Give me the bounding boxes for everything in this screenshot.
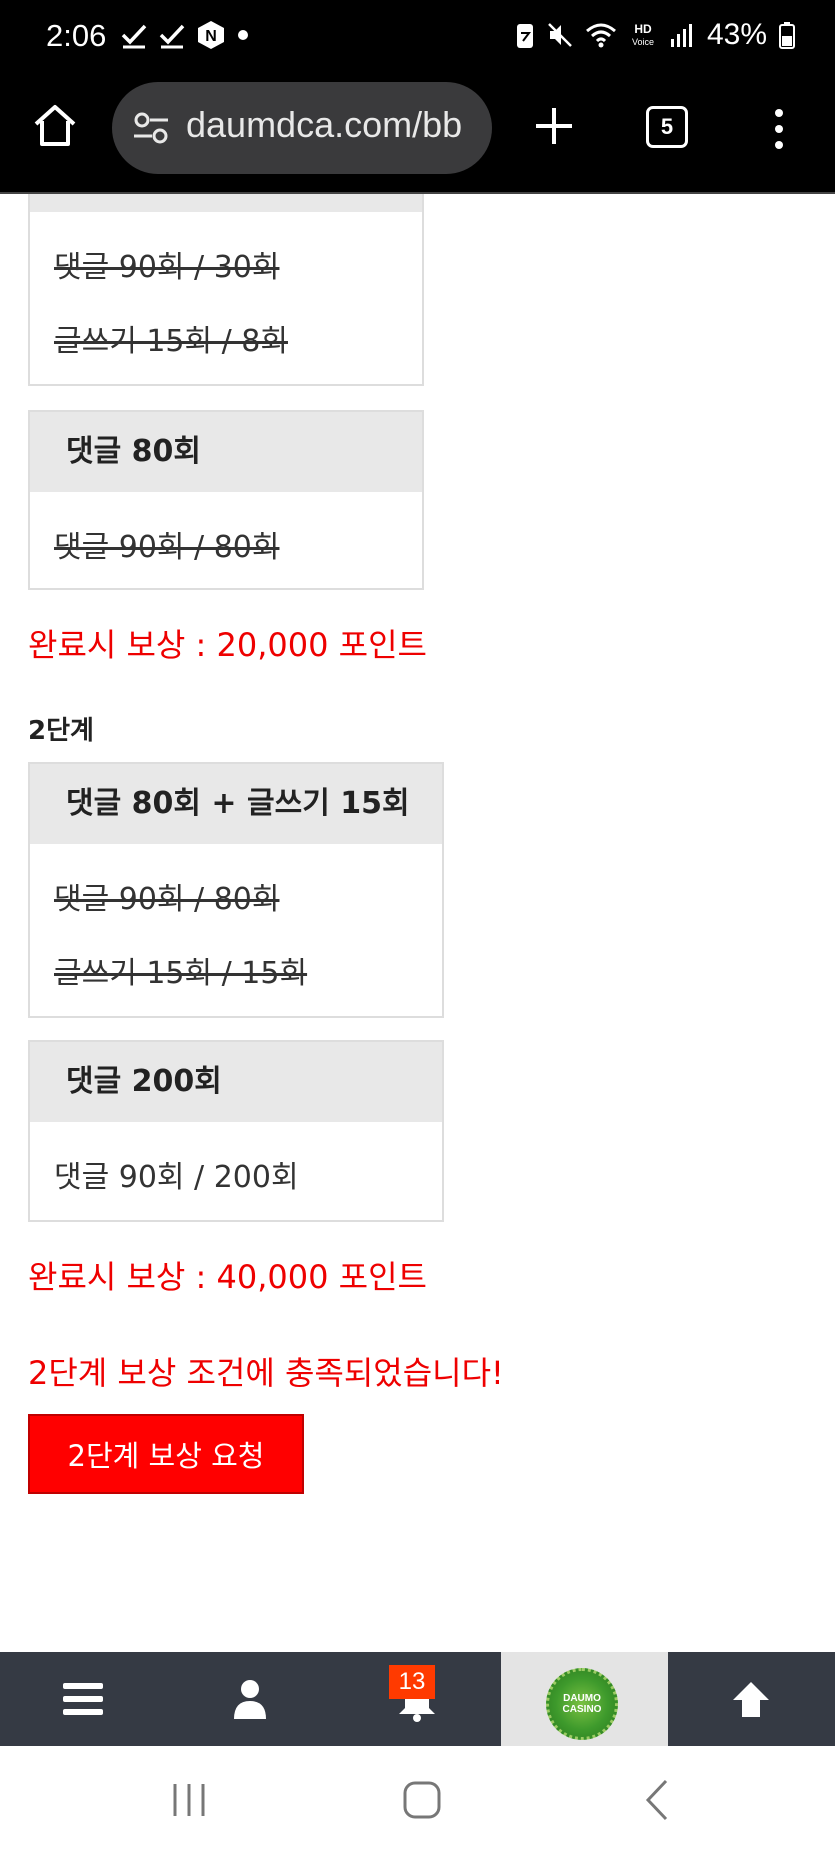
stage2-card-comment-write: 댓글 80회 + 글쓰기 15회 댓글 90회 / 80회 글쓰기 15회 / … xyxy=(28,762,444,1018)
card-title: 댓글 200회 xyxy=(30,1042,442,1122)
stage2-reward: 완료시 보상 : 40,000 포인트 xyxy=(28,1258,427,1296)
nav-scroll-top[interactable] xyxy=(668,1652,835,1746)
system-nav-bar xyxy=(0,1746,835,1856)
stage1-card-comment: 댓글 80회 댓글 90회 / 80회 xyxy=(28,410,424,590)
card-progress-comment: 댓글 90회 / 80회 xyxy=(54,882,280,917)
mute-icon xyxy=(548,23,572,47)
card-progress-write: 글쓰기 15회 / 15회 xyxy=(54,956,308,991)
new-tab-icon[interactable] xyxy=(530,102,578,150)
user-icon xyxy=(234,1680,266,1719)
stage2-eligible-notice: 2단계 보상 조건에 충족되었습니다! xyxy=(28,1354,504,1392)
card-header-partial xyxy=(30,194,422,212)
card-progress-write: 글쓰기 15회 / 8회 xyxy=(54,324,288,359)
back-icon[interactable] xyxy=(642,1778,672,1822)
n-app-icon: N xyxy=(198,21,224,49)
svg-text:Voice: Voice xyxy=(632,37,654,47)
nav-profile[interactable] xyxy=(167,1652,334,1746)
status-time: 2:06 xyxy=(46,18,107,53)
card-progress-comment: 댓글 90회 / 30회 xyxy=(54,250,280,285)
status-left-icons: N xyxy=(120,20,250,50)
check-icon xyxy=(159,24,185,49)
stage1-reward: 완료시 보상 : 20,000 포인트 xyxy=(28,626,427,664)
site-settings-icon[interactable] xyxy=(132,110,172,146)
tab-switcher-button[interactable]: 5 xyxy=(646,106,688,148)
status-right-icons: HD Voice 43% xyxy=(515,18,795,52)
more-menu-icon[interactable] xyxy=(764,104,794,154)
status-bar: 2:06 N HD Voice 43% xyxy=(0,0,835,78)
card-title: 댓글 80회 xyxy=(30,412,422,492)
battery-saver-icon xyxy=(516,24,533,48)
card-progress-comment: 댓글 90회 / 200회 xyxy=(54,1160,299,1195)
notification-count-badge: 13 xyxy=(389,1665,435,1699)
svg-text:N: N xyxy=(205,28,217,45)
stage1-card-comment-write: 댓글 90회 / 30회 글쓰기 15회 / 8회 xyxy=(28,194,424,386)
home-icon[interactable] xyxy=(30,100,80,150)
signal-icon xyxy=(670,24,692,47)
battery-percent: 43% xyxy=(706,18,767,51)
card-title: 댓글 80회 + 글쓰기 15회 xyxy=(30,764,442,844)
menu-icon xyxy=(63,1683,103,1715)
check-icon xyxy=(121,24,147,49)
stage2-reward-request-button[interactable]: 2단계 보상 요청 xyxy=(28,1414,304,1494)
battery-icon xyxy=(779,22,795,49)
svg-text:HD: HD xyxy=(634,22,652,36)
hd-voice-icon: HDVoice xyxy=(632,22,654,47)
stage2-title: 2단계 xyxy=(28,716,94,746)
url-text[interactable]: daumdca.com/bb xyxy=(186,104,462,146)
daumo-casino-logo[interactable]: DAUMO CASINO xyxy=(546,1668,618,1740)
stage2-card-comment: 댓글 200회 댓글 90회 / 200회 xyxy=(28,1040,444,1222)
card-progress-comment: 댓글 90회 / 80회 xyxy=(54,530,280,565)
nav-menu[interactable] xyxy=(0,1652,167,1746)
dot-icon xyxy=(238,30,248,40)
logo-text-casino: CASINO xyxy=(562,1704,602,1715)
browser-toolbar: daumdca.com/bb 5 xyxy=(0,78,835,194)
wifi-icon xyxy=(585,23,616,48)
url-bar[interactable]: daumdca.com/bb xyxy=(112,82,492,174)
home-nav-icon[interactable] xyxy=(402,1780,442,1820)
logo-text-daumo: DAUMO xyxy=(563,1693,601,1704)
arrow-up-icon xyxy=(733,1682,769,1717)
recent-apps-icon[interactable] xyxy=(169,1780,209,1820)
